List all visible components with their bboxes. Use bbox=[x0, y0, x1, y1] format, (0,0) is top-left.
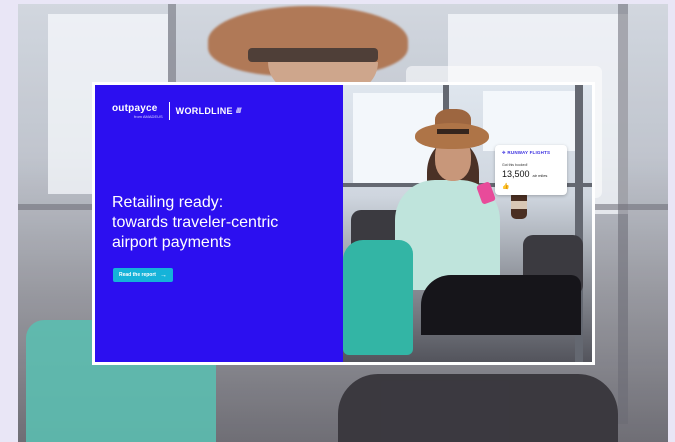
promo-card[interactable]: outpayce from AMADEUS WORLDLINE ///// Re… bbox=[92, 82, 595, 365]
headline-line-1: Retailing ready: bbox=[112, 194, 224, 211]
arrow-right-icon: → bbox=[159, 271, 167, 279]
headline-line-2: towards traveler-centric bbox=[112, 214, 279, 231]
worldline-wordmark: WORLDLINE bbox=[175, 106, 233, 116]
brand-divider bbox=[168, 102, 170, 120]
notification-subtitle: Got this booked! bbox=[502, 163, 528, 167]
worldline-mark-icon: ///// bbox=[235, 107, 242, 115]
outpayce-logo: outpayce from AMADEUS bbox=[112, 102, 163, 119]
headline-line-3: airport payments bbox=[112, 234, 232, 251]
air-miles-value: 13,500 air miles bbox=[502, 169, 547, 179]
outpayce-tagline: from AMADEUS bbox=[134, 113, 163, 119]
read-report-label: Read the report bbox=[119, 272, 156, 278]
outpayce-wordmark: outpayce bbox=[112, 102, 158, 114]
worldline-logo: WORLDLINE ///// bbox=[175, 106, 242, 116]
air-miles-number: 13,500 bbox=[502, 169, 530, 179]
brand-row: outpayce from AMADEUS WORLDLINE ///// bbox=[112, 102, 242, 120]
headline: Retailing ready: towards traveler-centri… bbox=[112, 193, 332, 253]
reward-notification: ✈ RUNWAY FLIGHTS Got this booked! 13,500… bbox=[495, 145, 567, 195]
promo-panel: outpayce from AMADEUS WORLDLINE ///// Re… bbox=[95, 85, 343, 362]
air-miles-unit: air miles bbox=[532, 173, 548, 178]
runway-flights-logo: ✈ RUNWAY FLIGHTS bbox=[502, 150, 551, 155]
read-report-button[interactable]: Read the report → bbox=[113, 268, 173, 282]
traveler-photo: ✈ RUNWAY FLIGHTS Got this booked! 13,500… bbox=[343, 85, 592, 362]
thumbs-up-icon: 👍 bbox=[502, 184, 510, 190]
